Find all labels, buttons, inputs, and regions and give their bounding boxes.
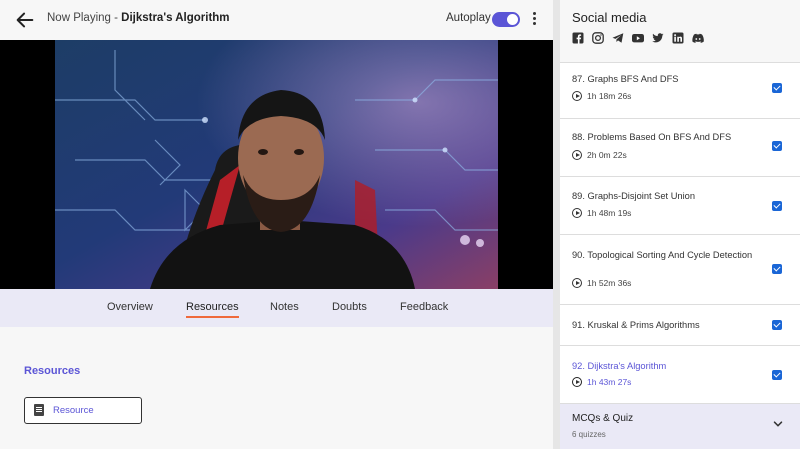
lesson-title: 88. Problems Based On BFS And DFS — [572, 132, 732, 142]
resources-panel: Resources Resource — [0, 327, 553, 449]
lesson-duration-text: 1h 52m 36s — [587, 278, 632, 288]
lesson-complete-checkbox[interactable] — [772, 320, 782, 330]
lesson-duration: 1h 43m 27s — [572, 377, 631, 387]
tab-doubts[interactable]: Doubts — [332, 301, 367, 313]
lesson-duration-text: 1h 48m 19s — [587, 208, 632, 218]
tab-bar: Overview Resources Notes Doubts Feedback — [0, 289, 553, 327]
lesson-complete-checkbox[interactable] — [772, 83, 782, 93]
facebook-icon[interactable] — [572, 32, 584, 44]
instagram-icon[interactable] — [592, 32, 604, 44]
tab-resources[interactable]: Resources — [186, 301, 239, 318]
lesson-title: 92. Dijkstra's Algorithm — [572, 361, 667, 371]
lesson-item[interactable]: 87. Graphs BFS And DFS 1h 18m 26s — [560, 63, 800, 119]
lesson-duration: 1h 48m 19s — [572, 208, 631, 218]
lesson-duration-text: 1h 18m 26s — [587, 91, 632, 101]
pane-divider — [553, 0, 560, 449]
lesson-item[interactable]: 90. Topological Sorting And Cycle Detect… — [560, 235, 800, 305]
play-circle-icon — [572, 91, 582, 101]
social-icons — [572, 32, 704, 44]
lesson-duration: 2h 0m 22s — [572, 150, 627, 160]
lesson-duration: 1h 52m 36s — [572, 278, 631, 288]
resources-heading: Resources — [24, 365, 81, 377]
lesson-title: 87. Graphs BFS And DFS — [572, 74, 679, 84]
discord-icon[interactable] — [692, 32, 704, 44]
video-player — [0, 40, 553, 289]
lesson-duration-text: 1h 43m 27s — [587, 377, 632, 387]
lesson-title: 91. Kruskal & Prims Algorithms — [572, 320, 700, 330]
resource-button-label: Resource — [53, 405, 94, 416]
resource-button[interactable]: Resource — [24, 397, 142, 424]
lesson-item-current[interactable]: 92. Dijkstra's Algorithm 1h 43m 27s — [560, 346, 800, 404]
social-media-title: Social media — [572, 10, 647, 25]
social-media-header: Social media — [560, 0, 800, 63]
mcq-quiz-section[interactable]: MCQs & Quiz 6 quizzes — [560, 404, 800, 449]
lesson-title: 89. Graphs-Disjoint Set Union — [572, 191, 695, 201]
video-frame[interactable] — [55, 40, 498, 289]
lesson-complete-checkbox[interactable] — [772, 201, 782, 211]
tab-overview[interactable]: Overview — [107, 301, 153, 313]
play-circle-icon — [572, 150, 582, 160]
lesson-duration-text: 2h 0m 22s — [587, 150, 627, 160]
lesson-item[interactable]: 88. Problems Based On BFS And DFS 2h 0m … — [560, 119, 800, 177]
youtube-icon[interactable] — [632, 32, 644, 44]
quiz-title: MCQs & Quiz — [572, 413, 634, 424]
telegram-icon[interactable] — [612, 32, 624, 44]
sidebar: Social media 87. Graphs BFS And DFS 1h 1… — [560, 0, 800, 449]
lesson-duration: 1h 18m 26s — [572, 91, 631, 101]
play-circle-icon — [572, 278, 582, 288]
autoplay-toggle[interactable] — [492, 12, 520, 27]
lesson-item[interactable]: 91. Kruskal & Prims Algorithms — [560, 305, 800, 346]
now-playing-prefix: Now Playing - — [47, 12, 122, 24]
chevron-down-icon[interactable] — [773, 419, 783, 429]
toggle-knob — [507, 14, 518, 25]
lesson-title: 90. Topological Sorting And Cycle Detect… — [572, 250, 753, 260]
lesson-complete-checkbox[interactable] — [772, 370, 782, 380]
app-root: Now Playing - Dijkstra's Algorithm Autop… — [0, 0, 800, 449]
linkedin-icon[interactable] — [672, 32, 684, 44]
lesson-item[interactable]: 89. Graphs-Disjoint Set Union 1h 48m 19s — [560, 177, 800, 235]
lesson-complete-checkbox[interactable] — [772, 264, 782, 274]
autoplay-label: Autoplay — [446, 12, 491, 24]
top-bar: Now Playing - Dijkstra's Algorithm Autop… — [0, 0, 553, 40]
back-arrow-icon[interactable] — [14, 9, 36, 31]
twitter-icon[interactable] — [652, 32, 664, 44]
now-playing-text: Now Playing - Dijkstra's Algorithm — [47, 12, 230, 24]
play-circle-icon — [572, 208, 582, 218]
quiz-count: 6 quizzes — [572, 430, 606, 439]
main-pane: Now Playing - Dijkstra's Algorithm Autop… — [0, 0, 553, 449]
tab-notes[interactable]: Notes — [270, 301, 299, 313]
lesson-complete-checkbox[interactable] — [772, 141, 782, 151]
document-icon — [34, 404, 44, 416]
tab-feedback[interactable]: Feedback — [400, 301, 448, 313]
play-circle-icon — [572, 377, 582, 387]
more-options-icon[interactable] — [531, 12, 537, 28]
video-title: Dijkstra's Algorithm — [121, 12, 230, 24]
